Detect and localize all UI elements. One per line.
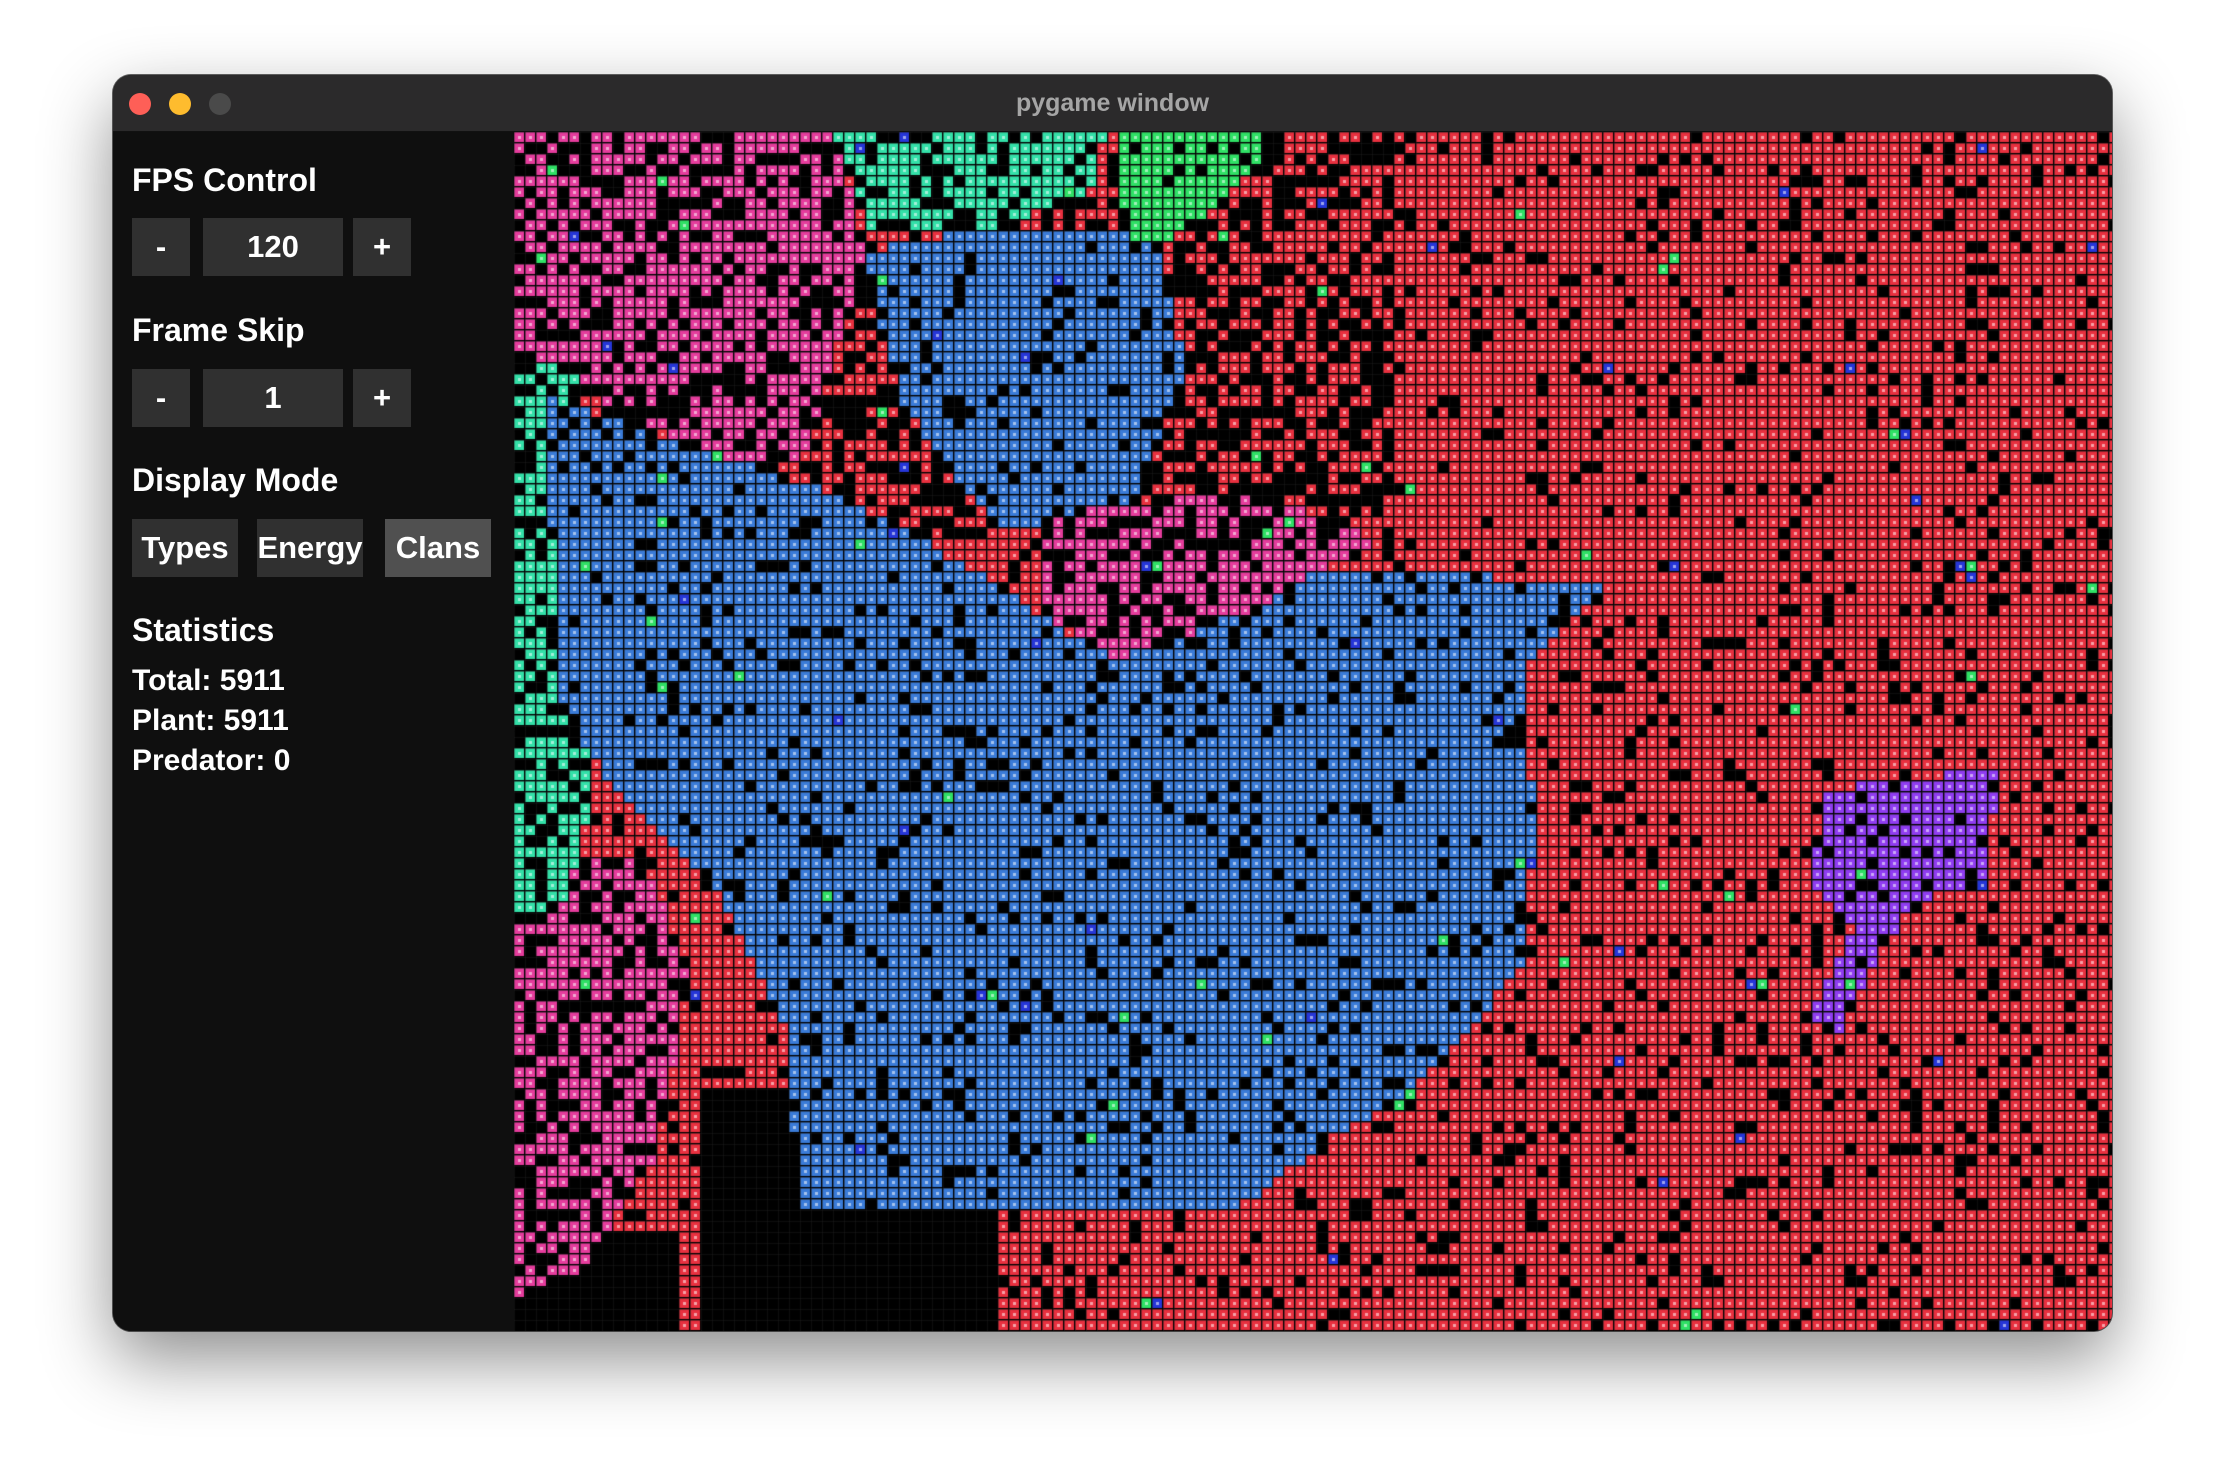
mode-energy-button[interactable]: Energy bbox=[257, 519, 363, 577]
statistics-heading: Statistics bbox=[132, 612, 275, 648]
control-sidebar: FPS Control - 120 + Frame Skip - 1 + Dis… bbox=[113, 132, 513, 1331]
stat-plant: Plant: 5911 bbox=[132, 704, 289, 737]
frame-skip-heading: Frame Skip bbox=[132, 312, 305, 348]
display-mode-heading: Display Mode bbox=[132, 462, 339, 498]
window-title: pygame window bbox=[1015, 89, 1210, 117]
pygame-window: pygame window FPS Control - 120 + Frame … bbox=[113, 75, 2112, 1331]
fps-increase-button[interactable]: + bbox=[353, 218, 411, 276]
frame-skip-decrease-button[interactable]: - bbox=[132, 369, 190, 427]
fps-control-heading: FPS Control bbox=[132, 162, 317, 198]
mode-types-button[interactable]: Types bbox=[132, 519, 238, 577]
frame-skip-value: 1 bbox=[203, 369, 343, 427]
fps-value: 120 bbox=[203, 218, 343, 276]
frame-skip-increase-button[interactable]: + bbox=[353, 369, 411, 427]
fps-decrease-button[interactable]: - bbox=[132, 218, 190, 276]
stat-total: Total: 5911 bbox=[132, 664, 285, 697]
simulation-grid-canvas[interactable] bbox=[514, 132, 2112, 1331]
stat-predator: Predator: 0 bbox=[132, 744, 291, 777]
mode-clans-button[interactable]: Clans bbox=[385, 519, 491, 577]
title-bar: pygame window bbox=[113, 75, 2112, 132]
